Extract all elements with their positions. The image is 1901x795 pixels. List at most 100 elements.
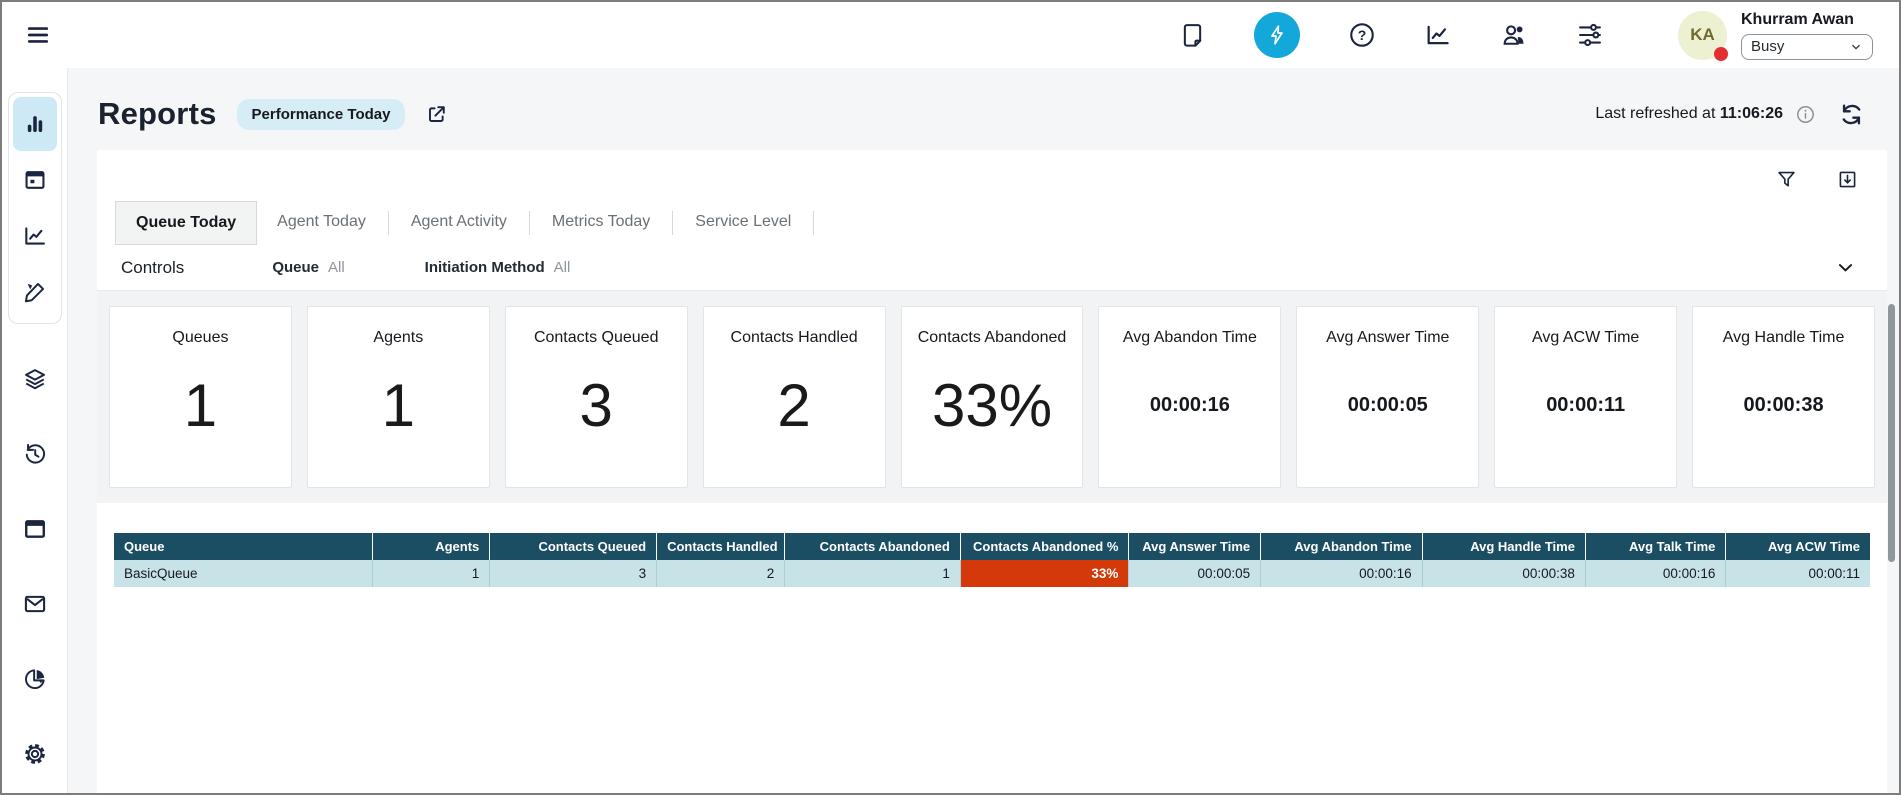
- sidebar-item-settings[interactable]: [13, 737, 57, 771]
- filter-value: All: [328, 259, 345, 276]
- metric-label: Avg Abandon Time: [1123, 329, 1257, 347]
- sidebar-item-calendar[interactable]: [13, 153, 57, 207]
- sidebar-item-window[interactable]: [13, 512, 57, 546]
- controls-collapse-chevron-icon[interactable]: [1834, 256, 1857, 279]
- sidebar-item-mail[interactable]: [13, 587, 57, 621]
- info-icon[interactable]: [1795, 104, 1816, 125]
- topbar: ? KA Khurram Awan Busy: [2, 2, 1899, 68]
- cell-agents: 1: [372, 560, 490, 587]
- refresh-zone: Last refreshed at 11:06:26: [1595, 101, 1865, 128]
- sidebar-item-pie-chart[interactable]: [13, 662, 57, 696]
- app-body: Reports Performance Today Last refreshed…: [2, 68, 1899, 793]
- history-clock-icon: [22, 441, 48, 467]
- metric-cards: Queues1Agents1Contacts Queued3Contacts H…: [97, 291, 1887, 503]
- tab-agent-activity[interactable]: Agent Activity: [391, 201, 527, 245]
- cell-queue: BasicQueue: [114, 560, 372, 587]
- column-header-contacts-abandoned[interactable]: Contacts Abandoned %: [960, 533, 1129, 560]
- column-header-agents[interactable]: Agents: [372, 533, 490, 560]
- metric-card-avg-acw-time: Avg ACW Time00:00:11: [1494, 306, 1677, 488]
- cell-contacts-abandoned: 1: [785, 560, 961, 587]
- table-header-row: QueueAgentsContacts QueuedContacts Handl…: [114, 533, 1870, 560]
- filter-initiation-method[interactable]: Initiation Method All: [425, 259, 571, 276]
- metric-value-wrap: 33%: [932, 347, 1052, 487]
- metric-label: Avg Answer Time: [1326, 329, 1449, 347]
- metric-value: 33%: [932, 371, 1052, 440]
- reports-header: Reports Performance Today Last refreshed…: [68, 68, 1899, 132]
- settings-sliders-icon[interactable]: [1576, 21, 1604, 49]
- sidebar-item-history[interactable]: [13, 437, 57, 471]
- filter-value: All: [554, 259, 571, 276]
- tab-metrics-today[interactable]: Metrics Today: [532, 201, 670, 245]
- metric-card-contacts-queued: Contacts Queued3: [505, 306, 688, 488]
- metric-card-avg-abandon-time: Avg Abandon Time00:00:16: [1098, 306, 1281, 488]
- metric-card-contacts-abandoned: Contacts Abandoned 33%: [901, 306, 1084, 488]
- metric-value: 00:00:11: [1546, 394, 1625, 417]
- card-toolbar: [97, 150, 1887, 191]
- metric-value-wrap: 00:00:05: [1348, 347, 1428, 487]
- agents-icon[interactable]: [1500, 21, 1528, 49]
- gear-icon: [22, 741, 48, 767]
- tab-service-level[interactable]: Service Level: [675, 201, 811, 245]
- tab-queue-today[interactable]: Queue Today: [115, 201, 257, 245]
- notes-icon[interactable]: [1179, 22, 1206, 49]
- queue-table: QueueAgentsContacts QueuedContacts Handl…: [114, 533, 1870, 587]
- filter-label: Initiation Method: [425, 259, 545, 276]
- column-header-queue[interactable]: Queue: [114, 533, 372, 560]
- metric-label: Contacts Abandoned: [918, 329, 1067, 347]
- report-badge: Performance Today: [237, 99, 406, 130]
- column-header-contacts-queued[interactable]: Contacts Queued: [490, 533, 657, 560]
- cell-contacts-queued: 3: [490, 560, 657, 587]
- metric-label: Agents: [373, 329, 423, 347]
- metric-value-wrap: 00:00:11: [1546, 347, 1625, 487]
- column-header-contacts-abandoned[interactable]: Contacts Abandoned: [785, 533, 961, 560]
- filter-icon[interactable]: [1775, 168, 1798, 191]
- vertical-scrollbar[interactable]: [1888, 304, 1895, 562]
- layers-icon: [22, 366, 48, 392]
- metric-card-avg-handle-time: Avg Handle Time 00:00:38: [1692, 306, 1875, 488]
- metric-value: 3: [580, 371, 613, 440]
- table-body: BasicQueue132133%00:00:0500:00:1600:00:3…: [114, 560, 1870, 587]
- metric-value-wrap: 00:00:38: [1744, 347, 1824, 487]
- metric-value-wrap: 1: [382, 347, 415, 487]
- external-link-icon[interactable]: [425, 103, 448, 126]
- sidebar-analytics-group: [8, 92, 62, 324]
- column-header-avg-talk-time[interactable]: Avg Talk Time: [1585, 533, 1725, 560]
- metric-value-wrap: 1: [184, 347, 217, 487]
- column-header-avg-acw-time[interactable]: Avg ACW Time: [1726, 533, 1870, 560]
- app-window: ? KA Khurram Awan Busy: [0, 0, 1901, 795]
- topbar-actions: ? KA Khurram Awan Busy: [1179, 11, 1873, 60]
- column-header-contacts-handled[interactable]: Contacts Handled: [657, 533, 785, 560]
- last-refreshed-label: Last refreshed at: [1595, 105, 1720, 122]
- filter-queue[interactable]: Queue All: [272, 259, 344, 276]
- quick-actions-lightning-icon[interactable]: [1254, 12, 1300, 58]
- download-icon[interactable]: [1836, 168, 1859, 191]
- tab-agent-today[interactable]: Agent Today: [257, 201, 386, 245]
- real-time-metrics-icon[interactable]: [1424, 21, 1452, 49]
- metric-value: 00:00:38: [1744, 394, 1824, 417]
- line-chart-icon: [22, 223, 48, 249]
- sidebar-item-design[interactable]: [13, 265, 57, 319]
- controls-row: Controls Queue All Initiation Method All: [97, 245, 1887, 291]
- status-dropdown[interactable]: Busy: [1741, 34, 1873, 60]
- hamburger-menu-icon[interactable]: [24, 21, 52, 49]
- metric-card-contacts-handled: Contacts Handled2: [703, 306, 886, 488]
- refresh-icon[interactable]: [1838, 101, 1865, 128]
- sidebar-item-bar-chart[interactable]: [13, 97, 57, 151]
- filter-label: Queue: [272, 259, 319, 276]
- cell-avg-acw-time: 00:00:11: [1726, 560, 1870, 587]
- browser-window-icon: [22, 516, 48, 542]
- avatar[interactable]: KA: [1678, 11, 1727, 60]
- metric-card-agents: Agents1: [307, 306, 490, 488]
- sidebar-item-layers[interactable]: [13, 362, 57, 396]
- tab-separator: [529, 211, 530, 235]
- help-icon[interactable]: ?: [1348, 21, 1376, 49]
- tab-strip: Queue TodayAgent TodayAgent ActivityMetr…: [97, 191, 1887, 245]
- column-header-avg-answer-time[interactable]: Avg Answer Time: [1129, 533, 1261, 560]
- sidebar-item-line-chart[interactable]: [13, 209, 57, 263]
- cell-avg-abandon-time: 00:00:16: [1261, 560, 1423, 587]
- metric-label: Avg Handle Time: [1723, 329, 1845, 347]
- controls-label: Controls: [121, 258, 184, 278]
- column-header-avg-abandon-time[interactable]: Avg Abandon Time: [1261, 533, 1423, 560]
- metric-label: Queues: [172, 329, 228, 347]
- column-header-avg-handle-time[interactable]: Avg Handle Time: [1422, 533, 1585, 560]
